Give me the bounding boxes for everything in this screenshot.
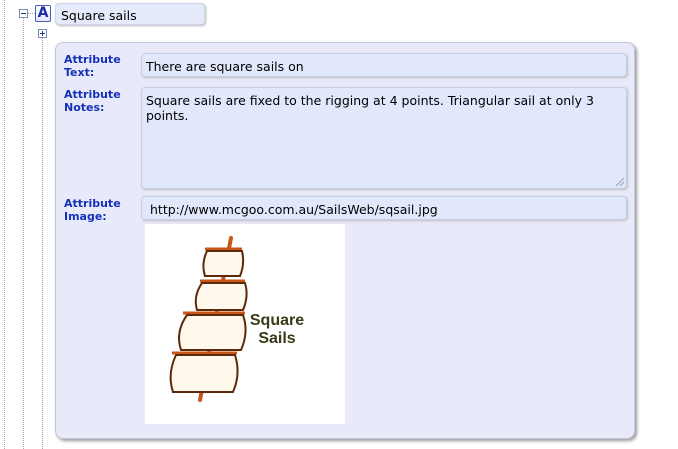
sail-caption-line2: Sails	[258, 330, 295, 347]
tree-guide-line	[23, 18, 24, 449]
sail	[194, 282, 248, 311]
sail-image: Square Sails	[145, 224, 345, 424]
attribute-icon: A	[35, 5, 51, 22]
attribute-text-field[interactable]: There are square sails on	[141, 53, 627, 77]
attribute-notes-text: Square sails are fixed to the rigging at…	[146, 93, 594, 123]
resize-grip-icon[interactable]	[616, 178, 624, 186]
attribute-panel: Attribute Text: There are square sails o…	[55, 42, 635, 439]
attribute-image-field[interactable]: http://www.mcgoo.com.au/SailsWeb/sqsail.…	[141, 196, 627, 220]
attribute-notes-label: Attribute Notes:	[64, 88, 121, 114]
attribute-text-label: Attribute Text:	[64, 53, 121, 79]
sail-caption-line1: Square	[250, 312, 304, 329]
sail	[178, 314, 247, 351]
tree-guide-line	[42, 38, 43, 449]
node-title[interactable]: Square sails	[55, 3, 205, 25]
sail	[202, 250, 245, 277]
collapse-toggle[interactable]	[19, 9, 28, 18]
attribute-notes-field[interactable]: Square sails are fixed to the rigging at…	[141, 87, 627, 189]
attribute-image-label: Attribute Image:	[64, 197, 121, 223]
expand-toggle[interactable]	[38, 29, 47, 38]
square-sails-illustration: Square Sails	[169, 236, 304, 402]
sail	[169, 354, 239, 393]
tree-guide-line	[4, 0, 5, 449]
tree-guide-line	[28, 13, 35, 14]
